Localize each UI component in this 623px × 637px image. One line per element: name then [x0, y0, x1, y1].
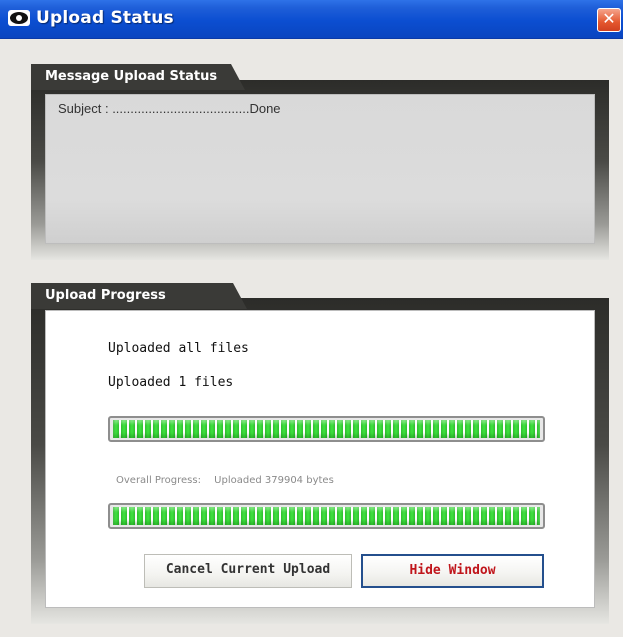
message-upload-status-panel: Subject : ..............................…	[31, 80, 609, 260]
cancel-current-upload-button[interactable]: Cancel Current Upload	[144, 554, 352, 588]
message-panel-title: Message Upload Status	[31, 64, 245, 90]
upload-progress-panel: Uploaded all files Uploaded 1 files Over…	[31, 298, 609, 624]
window-title: Upload Status	[36, 8, 174, 28]
status-line-file-count: Uploaded 1 files	[108, 375, 234, 390]
title-bar: Upload Status ✕	[0, 0, 623, 39]
overall-progress-bar	[108, 503, 545, 529]
current-progress-fill	[113, 420, 540, 438]
overall-progress-label: Overall Progress:	[116, 475, 201, 486]
overall-progress-row: Overall Progress: Uploaded 379904 bytes	[116, 475, 344, 486]
progress-panel-title: Upload Progress	[31, 283, 247, 309]
eye-icon	[8, 10, 30, 26]
upload-progress-content: Uploaded all files Uploaded 1 files Over…	[45, 310, 595, 608]
hide-window-button[interactable]: Hide Window	[361, 554, 544, 588]
current-progress-bar	[108, 416, 545, 442]
overall-progress-fill	[113, 507, 540, 525]
status-line-all-files: Uploaded all files	[108, 341, 249, 356]
close-button[interactable]: ✕	[597, 8, 621, 32]
message-status-box: Subject : ..............................…	[45, 94, 595, 244]
overall-progress-value: Uploaded 379904 bytes	[214, 475, 334, 486]
subject-status-line: Subject : ..............................…	[58, 101, 281, 116]
